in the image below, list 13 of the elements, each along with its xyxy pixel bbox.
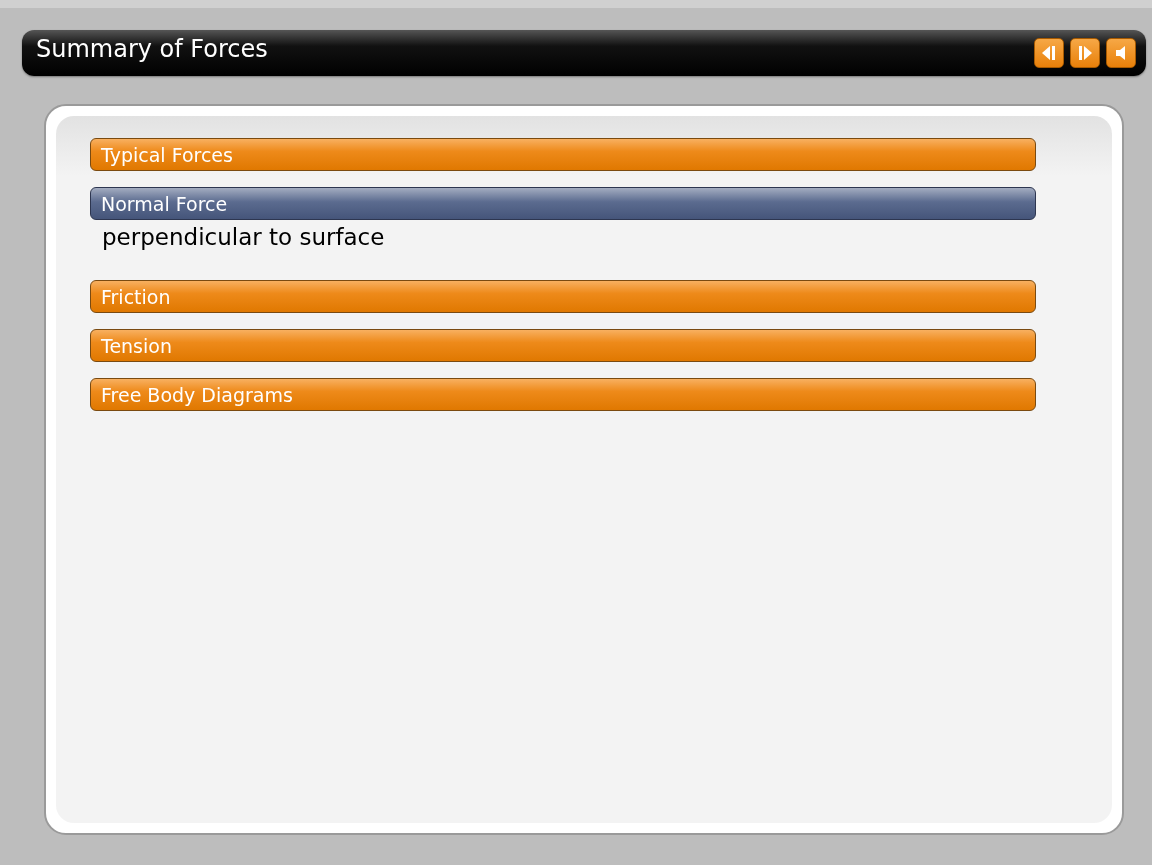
section-bar[interactable]: Typical Forces: [90, 138, 1036, 171]
section-bar[interactable]: Normal Force: [90, 187, 1036, 220]
speaker-icon: [1114, 44, 1128, 62]
section-text: perpendicular to surface: [102, 224, 386, 250]
next-icon: [1077, 44, 1093, 62]
section-bar[interactable]: Friction: [90, 280, 1036, 313]
audio-button[interactable]: [1106, 38, 1136, 68]
section-bar[interactable]: Free Body Diagrams: [90, 378, 1036, 411]
next-button[interactable]: [1070, 38, 1100, 68]
window-title: Summary of Forces: [36, 35, 268, 63]
section-bar[interactable]: Tension: [90, 329, 1036, 362]
previous-icon: [1041, 44, 1057, 62]
previous-button[interactable]: [1034, 38, 1064, 68]
